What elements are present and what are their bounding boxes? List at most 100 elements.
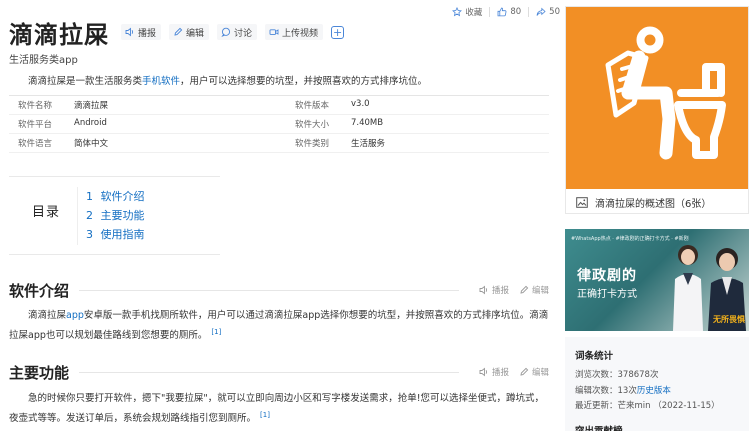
toc-item-number: 3 [86, 228, 93, 241]
page-title: 滴滴拉屎 [9, 20, 109, 49]
album-caption[interactable]: 滴滴拉屎的概述图（6张） [566, 191, 748, 213]
stats-updated: 最近更新：芒来min （2022-11-15） [575, 399, 720, 411]
basic-info-row: 软件语言 简体中文 软件类别 生活服务 [9, 134, 549, 153]
info-value: 滴滴拉屎 [74, 101, 109, 111]
pencil-icon [520, 367, 529, 376]
basic-info-row: 软件名称 滴滴拉屎 软件版本 v3.0 [9, 96, 549, 115]
toc-item-label: 主要功能 [100, 209, 145, 222]
edit-button[interactable]: 编辑 [169, 24, 210, 40]
upload-video-label: 上传视频 [282, 28, 319, 39]
table-of-contents: 目录 1 软件介绍 2 主要功能 3 使用指南 [9, 176, 220, 255]
section-play-label: 播报 [491, 368, 509, 378]
toc-item-number: 2 [86, 209, 93, 222]
stats-edits: 编辑次数：13次历史版本 [575, 384, 671, 396]
promo-show-logo: 无所畏惧 [713, 315, 745, 324]
title-row: 滴滴拉屎 播报 编辑 讨论 上传视频 + [9, 14, 549, 50]
promo-subline: 正确打卡方式 [577, 289, 637, 300]
toc-list: 1 软件介绍 2 主要功能 3 使用指南 [86, 188, 145, 245]
chat-bubble-icon [221, 27, 231, 37]
section-edit-button[interactable]: 编辑 [519, 284, 549, 296]
promo-banner[interactable]: #WhatsApp热点 · #律政剧的正确打卡方式 · #新剧 律政剧的 正确打… [565, 229, 749, 331]
meta-separator [528, 7, 530, 17]
intro-link[interactable]: 手机软件 [142, 76, 180, 87]
section-header-main-features: 主要功能 播报 编辑 [9, 362, 549, 382]
section-play-button[interactable]: 播报 [479, 366, 509, 378]
info-label: 软件语言 [18, 139, 53, 149]
paragraph-text: 滴滴拉屎 [28, 310, 67, 321]
star-icon [452, 7, 463, 17]
person-reading-on-toilet-icon [605, 26, 726, 160]
citation-link[interactable]: [1] [211, 328, 221, 336]
section-title: 软件介绍 [9, 281, 70, 300]
discuss-label: 讨论 [234, 28, 253, 39]
discuss-button[interactable]: 讨论 [217, 24, 258, 40]
entry-meta-bar: 收藏 80 50 [452, 6, 560, 18]
meta-separator [489, 7, 491, 17]
section-header-software-intro: 软件介绍 播报 编辑 [9, 280, 549, 300]
intro-text-end: ，用户可以选择想要的坑型，并按照喜欢的方式排序坑位。 [180, 76, 428, 87]
stats-value: 芒来min （2022-11-15） [617, 401, 720, 411]
history-version-link[interactable]: 历史版本 [637, 386, 671, 396]
collect-label: 收藏 [465, 8, 483, 18]
toc-item-label: 使用指南 [100, 228, 145, 241]
pencil-icon [520, 285, 529, 294]
stats-value: 13次 [617, 386, 637, 396]
album-caption-label: 滴滴拉屎的概述图（6张） [595, 198, 712, 210]
share-count: 50 [549, 7, 560, 17]
upload-video-button[interactable]: 上传视频 [265, 24, 324, 40]
summary-album[interactable]: 滴滴拉屎的概述图（6张） [565, 6, 749, 214]
like-count: 80 [510, 7, 522, 17]
add-button[interactable]: + [331, 25, 345, 39]
contributors-title: 突出贡献榜 [575, 423, 623, 431]
section-edit-button[interactable]: 编辑 [519, 366, 549, 378]
section-edit-label: 编辑 [531, 286, 549, 296]
section-play-label: 播报 [491, 286, 509, 296]
toc-item-label: 软件介绍 [100, 190, 145, 203]
stats-views: 浏览次数：378678次 [575, 368, 658, 380]
section-edit-label: 编辑 [531, 368, 549, 378]
share-button[interactable]: 50 [536, 7, 560, 17]
info-value: 7.40MB [351, 118, 384, 128]
section-title: 主要功能 [9, 363, 70, 382]
info-value-link[interactable]: 简体中文 [74, 137, 274, 149]
speaker-icon [479, 367, 488, 377]
paragraph-text-end: 安卓版一款手机找厕所软件，用户可以通过滴滴拉屎app选择你想要的坑型，并按照喜欢… [9, 310, 549, 341]
share-icon [536, 7, 546, 16]
info-value-link[interactable]: Android [74, 118, 274, 130]
paragraph-link[interactable]: app [66, 310, 84, 321]
collect-button[interactable]: 收藏 [452, 6, 482, 18]
intro-summary: 滴滴拉屎是一款生活服务类手机软件，用户可以选择想要的坑型，并按照喜欢的方式排序坑… [28, 73, 427, 87]
speaker-icon [479, 285, 488, 295]
play-button[interactable]: 播报 [121, 24, 162, 40]
toc-divider [77, 187, 78, 245]
toc-item-main-features[interactable]: 2 主要功能 [86, 207, 145, 226]
toc-item-user-guide[interactable]: 3 使用指南 [86, 226, 145, 245]
stats-label: 编辑次数： [575, 386, 618, 396]
stats-label: 浏览次数： [575, 370, 618, 380]
info-label: 软件平台 [18, 120, 53, 130]
promo-headline: 律政剧的 [577, 268, 637, 284]
toc-item-software-intro[interactable]: 1 软件介绍 [86, 188, 145, 207]
thumbs-up-icon [497, 7, 507, 17]
section-divider [79, 289, 459, 291]
page-subtitle: 生活服务类app [9, 55, 78, 66]
toc-item-number: 1 [86, 190, 93, 203]
section-paragraph: 急的时候你只要打开软件，摁下"我要拉屎"，就可以立即向周边小区和写字楼发送需求，… [9, 391, 549, 427]
stats-title: 词条统计 [575, 351, 614, 362]
info-label: 软件版本 [295, 101, 330, 111]
info-value: 生活服务 [351, 139, 386, 149]
stats-value: 378678次 [617, 370, 659, 380]
section-play-button[interactable]: 播报 [479, 284, 509, 296]
image-gallery-icon [576, 196, 588, 208]
edit-label: 编辑 [186, 28, 205, 39]
like-button[interactable]: 80 [497, 7, 521, 17]
stats-label: 最近更新： [575, 401, 618, 411]
promo-person-image [673, 245, 703, 331]
section-divider [79, 371, 459, 373]
basic-info-table: 软件名称 滴滴拉屎 软件版本 v3.0 软件平台 Android 软件大小 7.40MB… [9, 95, 549, 153]
info-label: 软件名称 [18, 101, 53, 111]
intro-text: 滴滴拉屎是一款生活服务类 [28, 76, 143, 87]
play-label: 播报 [138, 28, 157, 39]
citation-link[interactable]: [1] [260, 411, 270, 419]
app-logo-image[interactable] [566, 7, 748, 189]
